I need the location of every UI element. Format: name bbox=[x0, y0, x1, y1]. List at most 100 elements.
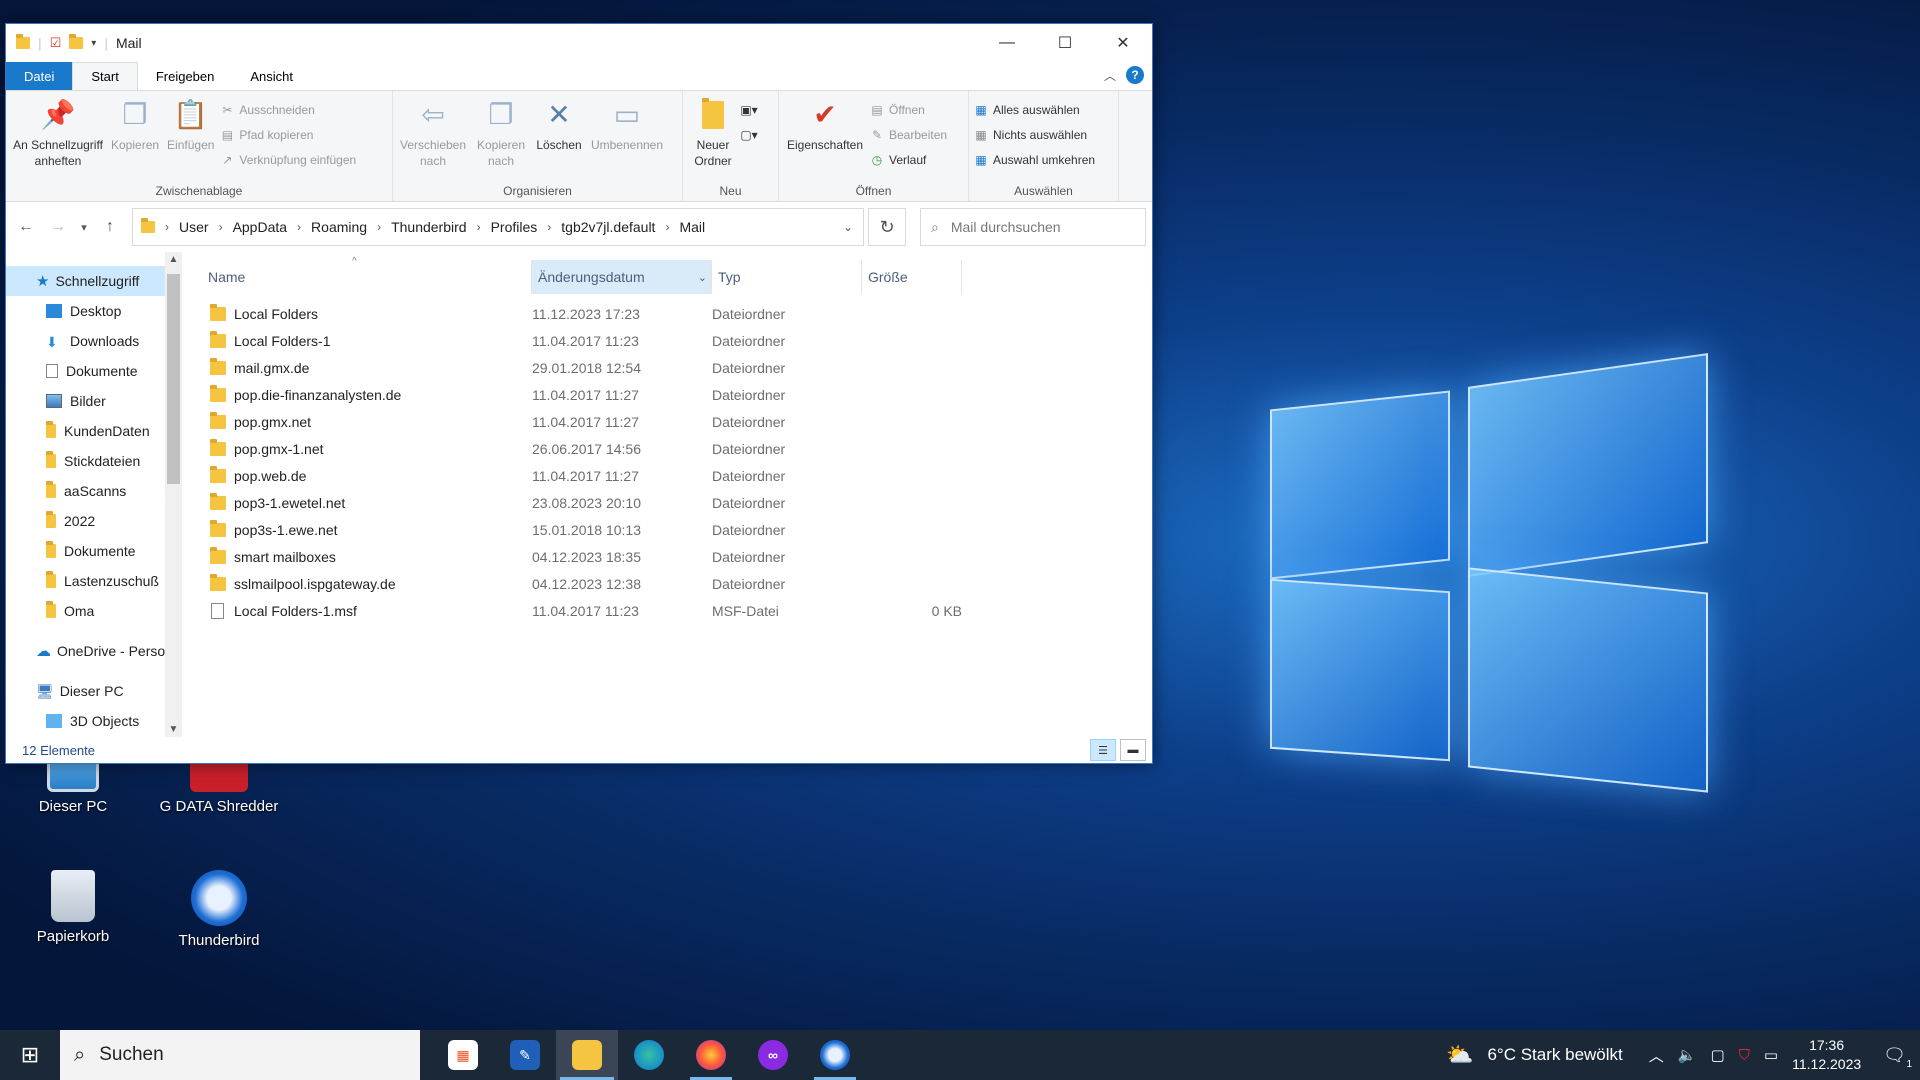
copy-button[interactable]: ❐ Kopieren bbox=[108, 95, 162, 181]
column-header-size[interactable]: Größe bbox=[862, 260, 962, 294]
windows-start-icon[interactable]: ⊞ bbox=[0, 1030, 60, 1080]
breadcrumb-item[interactable]: AppData bbox=[233, 219, 287, 235]
taskbar-store[interactable]: ▦ bbox=[432, 1030, 494, 1080]
clock[interactable]: 17:36 11.12.2023 bbox=[1792, 1036, 1861, 1074]
nav-item-onedrive[interactable]: ☁ OneDrive - Person bbox=[6, 636, 182, 666]
taskbar-thunderbird[interactable] bbox=[804, 1030, 866, 1080]
nav-item-pictures[interactable]: Bilder📌 bbox=[6, 386, 182, 416]
network-icon[interactable]: ▭ bbox=[1764, 1046, 1778, 1064]
open-button[interactable]: ▤ Öffnen bbox=[869, 99, 947, 121]
chevron-right-icon[interactable]: › bbox=[547, 220, 551, 234]
shield-icon[interactable]: ⛉ bbox=[1739, 1047, 1750, 1064]
desktop-icon-recycle-bin[interactable]: Papierkorb bbox=[8, 870, 138, 945]
new-folder-icon[interactable] bbox=[69, 34, 84, 49]
back-arrow-icon[interactable]: ← bbox=[12, 218, 40, 236]
paste-shortcut-button[interactable]: ↗ Verknüpfung einfügen bbox=[219, 149, 356, 171]
taskbar-file-explorer[interactable] bbox=[556, 1030, 618, 1080]
search-input[interactable]: ⌕ Mail durchsuchen bbox=[920, 208, 1146, 246]
taskbar-app-blue[interactable]: ✎ bbox=[494, 1030, 556, 1080]
minimize-button[interactable]: — bbox=[978, 24, 1036, 62]
collapse-ribbon-icon[interactable]: ︿ bbox=[1104, 67, 1116, 84]
taskbar-search[interactable]: ⌕ Suchen bbox=[60, 1030, 420, 1080]
recent-locations-chevron-icon[interactable]: ▾ bbox=[76, 221, 92, 234]
large-icons-view-icon[interactable]: ▬ bbox=[1120, 739, 1146, 761]
table-row[interactable]: pop3-1.ewetel.net 23.08.2023 20:10 Dateior… bbox=[202, 489, 1152, 516]
notification-icon[interactable]: 🗨 1 bbox=[1883, 1045, 1912, 1070]
nav-item-quick-access[interactable]: ★ Schnellzugriff bbox=[6, 266, 182, 296]
nav-scrollbar[interactable]: ▲ ▼ bbox=[165, 252, 182, 737]
select-none-button[interactable]: ▦ Nichts auswählen bbox=[973, 124, 1095, 146]
select-all-button[interactable]: ▦ Alles auswählen bbox=[973, 99, 1095, 121]
new-folder-button[interactable]: Neuer Ordner bbox=[687, 95, 739, 181]
column-header-name[interactable]: Name ^ bbox=[202, 256, 532, 294]
tab-file[interactable]: Datei bbox=[6, 62, 73, 90]
nav-item-this-pc[interactable]: 🖥 Dieser PC bbox=[6, 676, 182, 706]
column-dropdown-icon[interactable]: ⌄ bbox=[698, 271, 707, 284]
pin-quick-access-button[interactable]: 📌 An Schnellzugriff anheften bbox=[10, 95, 106, 181]
maximize-button[interactable]: ☐ bbox=[1036, 24, 1094, 62]
table-row[interactable]: pop.die-finanzanalysten.de 11.04.2017 11:… bbox=[202, 381, 1152, 408]
table-row[interactable]: pop.gmx-1.net 26.06.2017 14:56 Dateiordner bbox=[202, 435, 1152, 462]
nav-item-oma[interactable]: Oma bbox=[6, 596, 182, 626]
cut-button[interactable]: ✂ Ausschneiden bbox=[219, 99, 356, 121]
properties-check-icon[interactable]: ☑ bbox=[50, 35, 62, 51]
weather-text[interactable]: 6°C Stark bewölkt bbox=[1487, 1045, 1622, 1065]
nav-item-stickdateien[interactable]: Stickdateien📌 bbox=[6, 446, 182, 476]
taskbar-edge[interactable] bbox=[618, 1030, 680, 1080]
chevron-right-icon[interactable]: › bbox=[219, 220, 223, 234]
breadcrumb-item[interactable]: Roaming bbox=[311, 219, 367, 235]
up-arrow-icon[interactable]: ↑ bbox=[96, 218, 124, 236]
forward-arrow-icon[interactable]: → bbox=[44, 218, 72, 236]
table-row[interactable]: sslmailpool.ispgateway.de 04.12.2023 12:3… bbox=[202, 570, 1152, 597]
nav-item-lastenzuschuss[interactable]: Lastenzuschuß bbox=[6, 566, 182, 596]
breadcrumb-item[interactable]: User bbox=[179, 219, 209, 235]
table-row[interactable]: Local Folders-1 11.04.2017 11:23 Dateiordn… bbox=[202, 327, 1152, 354]
copy-to-button[interactable]: ❐ Kopieren nach bbox=[471, 95, 531, 181]
help-icon[interactable]: ? bbox=[1126, 66, 1144, 84]
nav-item-documents[interactable]: Dokumente📌 bbox=[6, 356, 182, 386]
address-dropdown-icon[interactable]: ⌄ bbox=[843, 220, 853, 234]
nav-item-3d-objects[interactable]: 3D Objects bbox=[6, 706, 182, 736]
device-icon[interactable]: ▢ bbox=[1710, 1046, 1724, 1064]
scrollbar-thumb[interactable] bbox=[167, 274, 180, 484]
edit-button[interactable]: ✎ Bearbeiten bbox=[869, 124, 947, 146]
qat-dropdown-icon[interactable]: ▾ bbox=[91, 38, 96, 49]
table-row[interactable]: pop3s-1.ewe.net 15.01.2018 10:13 Dateiordn… bbox=[202, 516, 1152, 543]
weather-cloud-icon[interactable]: ⛅ bbox=[1446, 1042, 1473, 1068]
table-row[interactable]: Local Folders-1.msf 11.04.2017 11:23 MSF-D… bbox=[202, 597, 1152, 624]
tab-share[interactable]: Freigeben bbox=[138, 62, 233, 90]
invert-selection-button[interactable]: ▦ Auswahl umkehren bbox=[973, 149, 1095, 171]
refresh-icon[interactable]: ↻ bbox=[868, 208, 906, 246]
scroll-down-icon[interactable]: ▼ bbox=[165, 724, 182, 735]
chevron-right-icon[interactable]: › bbox=[665, 220, 669, 234]
nav-item-desktop[interactable]: Desktop📌 bbox=[6, 296, 182, 326]
chevron-right-icon[interactable]: › bbox=[477, 220, 481, 234]
scroll-up-icon[interactable]: ▲ bbox=[165, 254, 182, 265]
nav-item-downloads[interactable]: ⬇Downloads📌 bbox=[6, 326, 182, 356]
nav-item-dokumente-folder[interactable]: Dokumente bbox=[6, 536, 182, 566]
tab-view[interactable]: Ansicht bbox=[232, 62, 311, 90]
paste-button[interactable]: 📋 Einfügen bbox=[164, 95, 217, 181]
show-hidden-icons-chevron-icon[interactable]: ︿ bbox=[1649, 1045, 1664, 1066]
taskbar-privacy-app[interactable]: ∞ bbox=[742, 1030, 804, 1080]
nav-item-aascanns[interactable]: aaScanns📌 bbox=[6, 476, 182, 506]
chevron-right-icon[interactable]: › bbox=[377, 220, 381, 234]
breadcrumb-item[interactable]: Thunderbird bbox=[391, 219, 467, 235]
breadcrumb-item[interactable]: tgb2v7jl.default bbox=[561, 219, 655, 235]
rename-button[interactable]: ▭ Umbenennen bbox=[587, 95, 667, 181]
breadcrumb-item[interactable]: Mail bbox=[679, 219, 705, 235]
taskbar-firefox[interactable] bbox=[680, 1030, 742, 1080]
delete-button[interactable]: ✕ Löschen bbox=[533, 95, 585, 181]
history-button[interactable]: ◷ Verlauf bbox=[869, 149, 947, 171]
easy-access-button[interactable]: ▢▾ bbox=[740, 124, 757, 146]
breadcrumb-item[interactable]: Profiles bbox=[491, 219, 538, 235]
copy-path-button[interactable]: ▤ Pfad kopieren bbox=[219, 124, 356, 146]
chevron-right-icon[interactable]: › bbox=[297, 220, 301, 234]
tab-start[interactable]: Start bbox=[72, 62, 138, 90]
table-row[interactable]: Local Folders 11.12.2023 17:23 Dateiordner bbox=[202, 300, 1152, 327]
close-button[interactable]: ✕ bbox=[1094, 24, 1152, 62]
table-row[interactable]: smart mailboxes 04.12.2023 18:35 Dateiordn… bbox=[202, 543, 1152, 570]
column-header-type[interactable]: Typ bbox=[712, 260, 862, 294]
properties-button[interactable]: ✔ Eigenschaften bbox=[783, 95, 867, 181]
table-row[interactable]: mail.gmx.de 29.01.2018 12:54 Dateiordner bbox=[202, 354, 1152, 381]
